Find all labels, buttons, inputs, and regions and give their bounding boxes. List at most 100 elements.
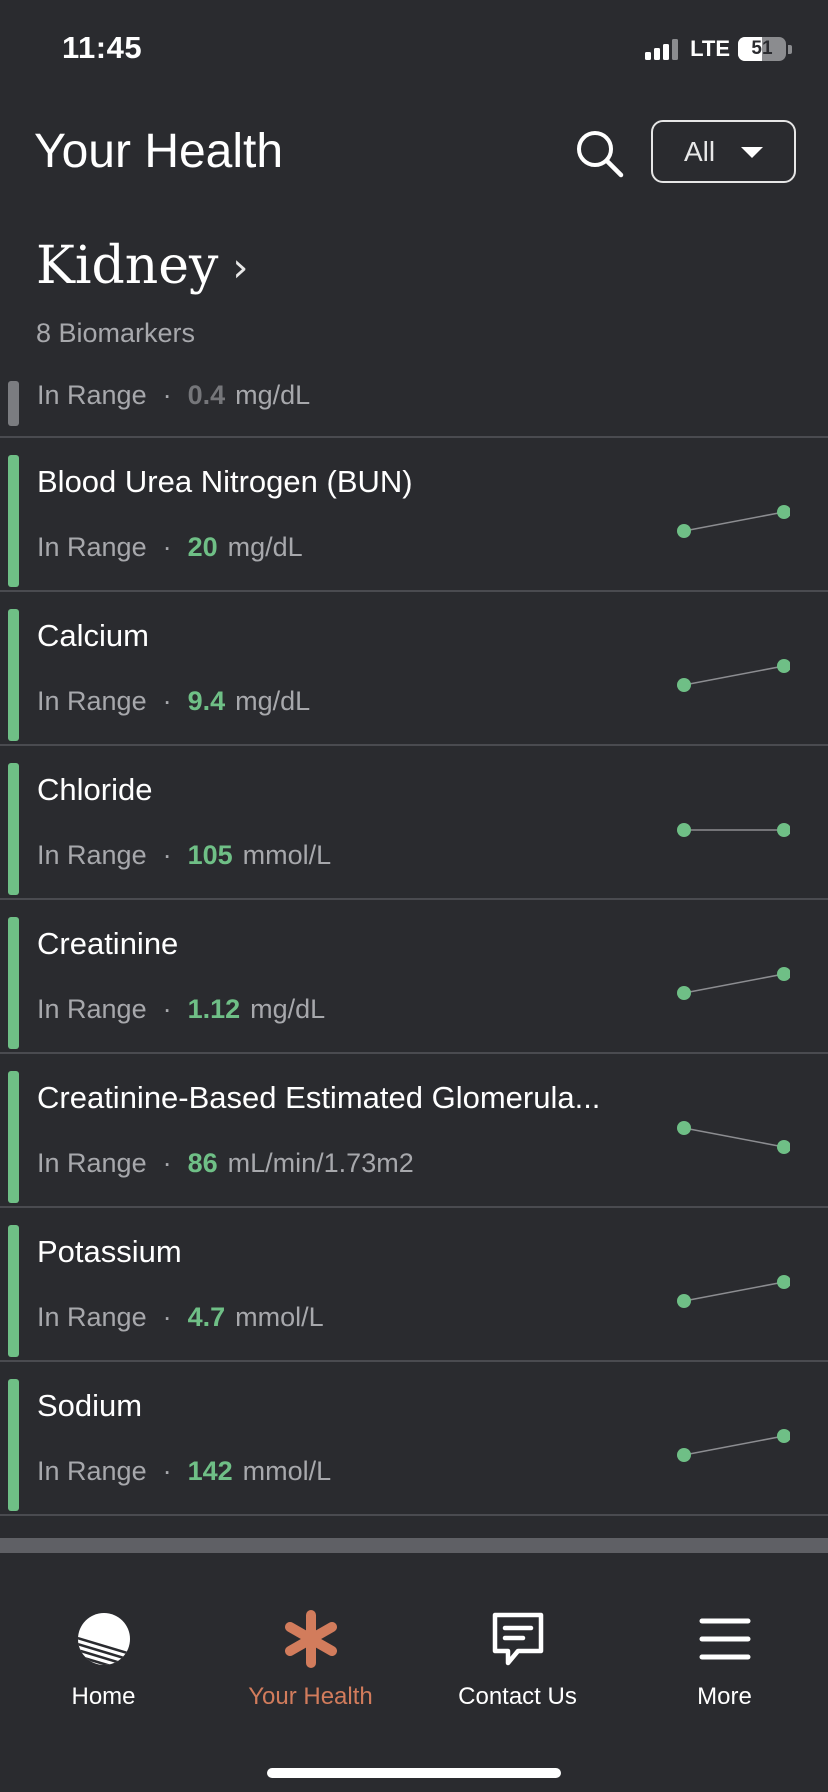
- sparkline-point-previous: [677, 678, 691, 692]
- biomarker-name: Creatinine-Based Estimated Glomerula...: [37, 1080, 601, 1115]
- battery-nub: [788, 44, 792, 54]
- tab-bar: Home Your Health Contact Us More: [0, 1553, 828, 1792]
- app-screen: 11:45 LTE 51 Your Health All Kidney › 8 …: [0, 0, 828, 1792]
- biomarker-status: In Range: [37, 380, 147, 410]
- menu-icon: [695, 1609, 755, 1669]
- section-title: Kidney: [36, 236, 219, 296]
- sparkline-point-latest: [777, 1429, 790, 1443]
- trend-sparkline: [677, 823, 790, 837]
- separator: ·: [162, 840, 172, 870]
- biomarker-row[interactable]: Blood Urea Nitrogen (BUN) In Range · 20 mg/d…: [0, 438, 828, 592]
- biomarker-name: Creatinine: [37, 926, 179, 961]
- status-bar-indicator: [8, 381, 19, 426]
- trend-sparkline: [677, 1275, 790, 1308]
- sparkline-point-latest: [777, 505, 790, 519]
- sparkline-point-previous: [677, 1121, 691, 1135]
- biomarker-row[interactable]: Chloride In Range · 105 mmol/L: [0, 746, 828, 900]
- biomarker-status-line: In Range · 20 mg/dL: [37, 532, 303, 563]
- biomarker-status: In Range: [37, 994, 147, 1024]
- sparkline-point-previous: [677, 1294, 691, 1308]
- biomarker-status-line: In Range · 86 mL/min/1.73m2: [37, 1148, 414, 1179]
- tab-more[interactable]: More: [621, 1609, 828, 1711]
- filter-dropdown[interactable]: All: [651, 120, 796, 183]
- chat-bubble-icon: [488, 1609, 548, 1669]
- biomarker-row[interactable]: Creatinine In Range · 1.12 mg/dL: [0, 900, 828, 1054]
- search-button[interactable]: [572, 126, 626, 180]
- biomarker-value: 0.4: [187, 380, 226, 410]
- sparkline-point-previous: [677, 1448, 691, 1462]
- battery-icon: 51: [738, 37, 786, 61]
- biomarker-name: Sodium: [37, 1388, 143, 1423]
- biomarker-value: 105: [187, 840, 233, 870]
- sparkline-point-previous: [677, 986, 691, 1000]
- sparkline-point-latest: [777, 967, 790, 981]
- sparkline-segment: [683, 1281, 785, 1302]
- status-bar-indicator: [8, 1071, 19, 1203]
- scroll-divider: [0, 1538, 828, 1553]
- biomarker-value: 142: [187, 1456, 233, 1486]
- tab-label: Your Health: [248, 1683, 373, 1710]
- sparkline-segment: [683, 973, 785, 994]
- home-sphere-icon: [74, 1609, 134, 1669]
- biomarker-unit: mL/min/1.73m2: [227, 1148, 414, 1178]
- biomarker-name: Calcium: [37, 618, 149, 653]
- chevron-right-icon: ›: [232, 245, 249, 291]
- trend-sparkline: [677, 967, 790, 1000]
- sparkline-point-previous: [677, 823, 691, 837]
- biomarker-name: Chloride: [37, 772, 153, 807]
- network-type: LTE: [690, 36, 730, 61]
- biomarker-row[interactable]: Potassium In Range · 4.7 mmol/L: [0, 1208, 828, 1362]
- separator: ·: [162, 1456, 172, 1486]
- biomarker-value: 9.4: [187, 686, 226, 716]
- sparkline-point-latest: [777, 1275, 790, 1289]
- sparkline-point-latest: [777, 659, 790, 673]
- sparkline-segment: [683, 1435, 785, 1456]
- status-bar-indicator: [8, 455, 19, 587]
- biomarker-name: Potassium: [37, 1234, 182, 1269]
- biomarker-row[interactable]: Sodium In Range · 142 mmol/L: [0, 1362, 828, 1516]
- cellular-signal-icon: [645, 38, 679, 60]
- trend-sparkline: [677, 1429, 790, 1462]
- biomarker-row[interactable]: Creatinine-Based Estimated Glomerula... I…: [0, 1054, 828, 1208]
- sparkline-segment: [683, 665, 785, 686]
- biomarker-name: Blood Urea Nitrogen (BUN): [37, 464, 413, 499]
- status-time: 11:45: [62, 30, 143, 65]
- status-bar-indicator: [8, 763, 19, 895]
- biomarker-status: In Range: [37, 840, 147, 870]
- biomarker-unit: mg/dL: [227, 532, 303, 562]
- biomarker-row-partial[interactable]: In Range · 0.4 mg/dL: [0, 367, 828, 438]
- status-bar-indicator: [8, 609, 19, 741]
- biomarker-status-line: In Range · 0.4 mg/dL: [37, 380, 310, 411]
- section-title-link[interactable]: Kidney ›: [36, 236, 248, 296]
- tab-your-health[interactable]: Your Health: [207, 1609, 414, 1711]
- biomarker-value: 1.12: [187, 994, 241, 1024]
- biomarker-status-line: In Range · 105 mmol/L: [37, 840, 331, 871]
- tab-label: Home: [71, 1683, 136, 1710]
- biomarker-status: In Range: [37, 1302, 147, 1332]
- tab-home[interactable]: Home: [0, 1609, 207, 1711]
- separator: ·: [162, 380, 172, 410]
- biomarker-status-line: In Range · 142 mmol/L: [37, 1456, 331, 1487]
- page-title: Your Health: [34, 125, 284, 178]
- tab-label: More: [697, 1683, 752, 1710]
- biomarker-status-line: In Range · 9.4 mg/dL: [37, 686, 310, 717]
- biomarker-status: In Range: [37, 686, 147, 716]
- biomarker-value: 86: [187, 1148, 218, 1178]
- biomarker-row[interactable]: Calcium In Range · 9.4 mg/dL: [0, 592, 828, 746]
- sparkline-point-latest: [777, 1140, 790, 1154]
- biomarker-unit: mmol/L: [242, 1456, 332, 1486]
- caret-down-icon: [741, 147, 764, 158]
- sparkline-segment: [683, 511, 785, 532]
- trend-sparkline: [677, 1121, 790, 1154]
- trend-sparkline: [677, 659, 790, 692]
- battery-level: 51: [751, 38, 773, 59]
- separator: ·: [162, 1302, 172, 1332]
- search-icon: [577, 131, 624, 178]
- biomarker-status-line: In Range · 1.12 mg/dL: [37, 994, 325, 1025]
- home-indicator: [267, 1768, 561, 1778]
- tab-contact-us[interactable]: Contact Us: [414, 1609, 621, 1711]
- biomarker-unit: mg/dL: [235, 380, 311, 410]
- biomarker-status: In Range: [37, 1456, 147, 1486]
- biomarker-value: 20: [187, 532, 218, 562]
- biomarker-status: In Range: [37, 532, 147, 562]
